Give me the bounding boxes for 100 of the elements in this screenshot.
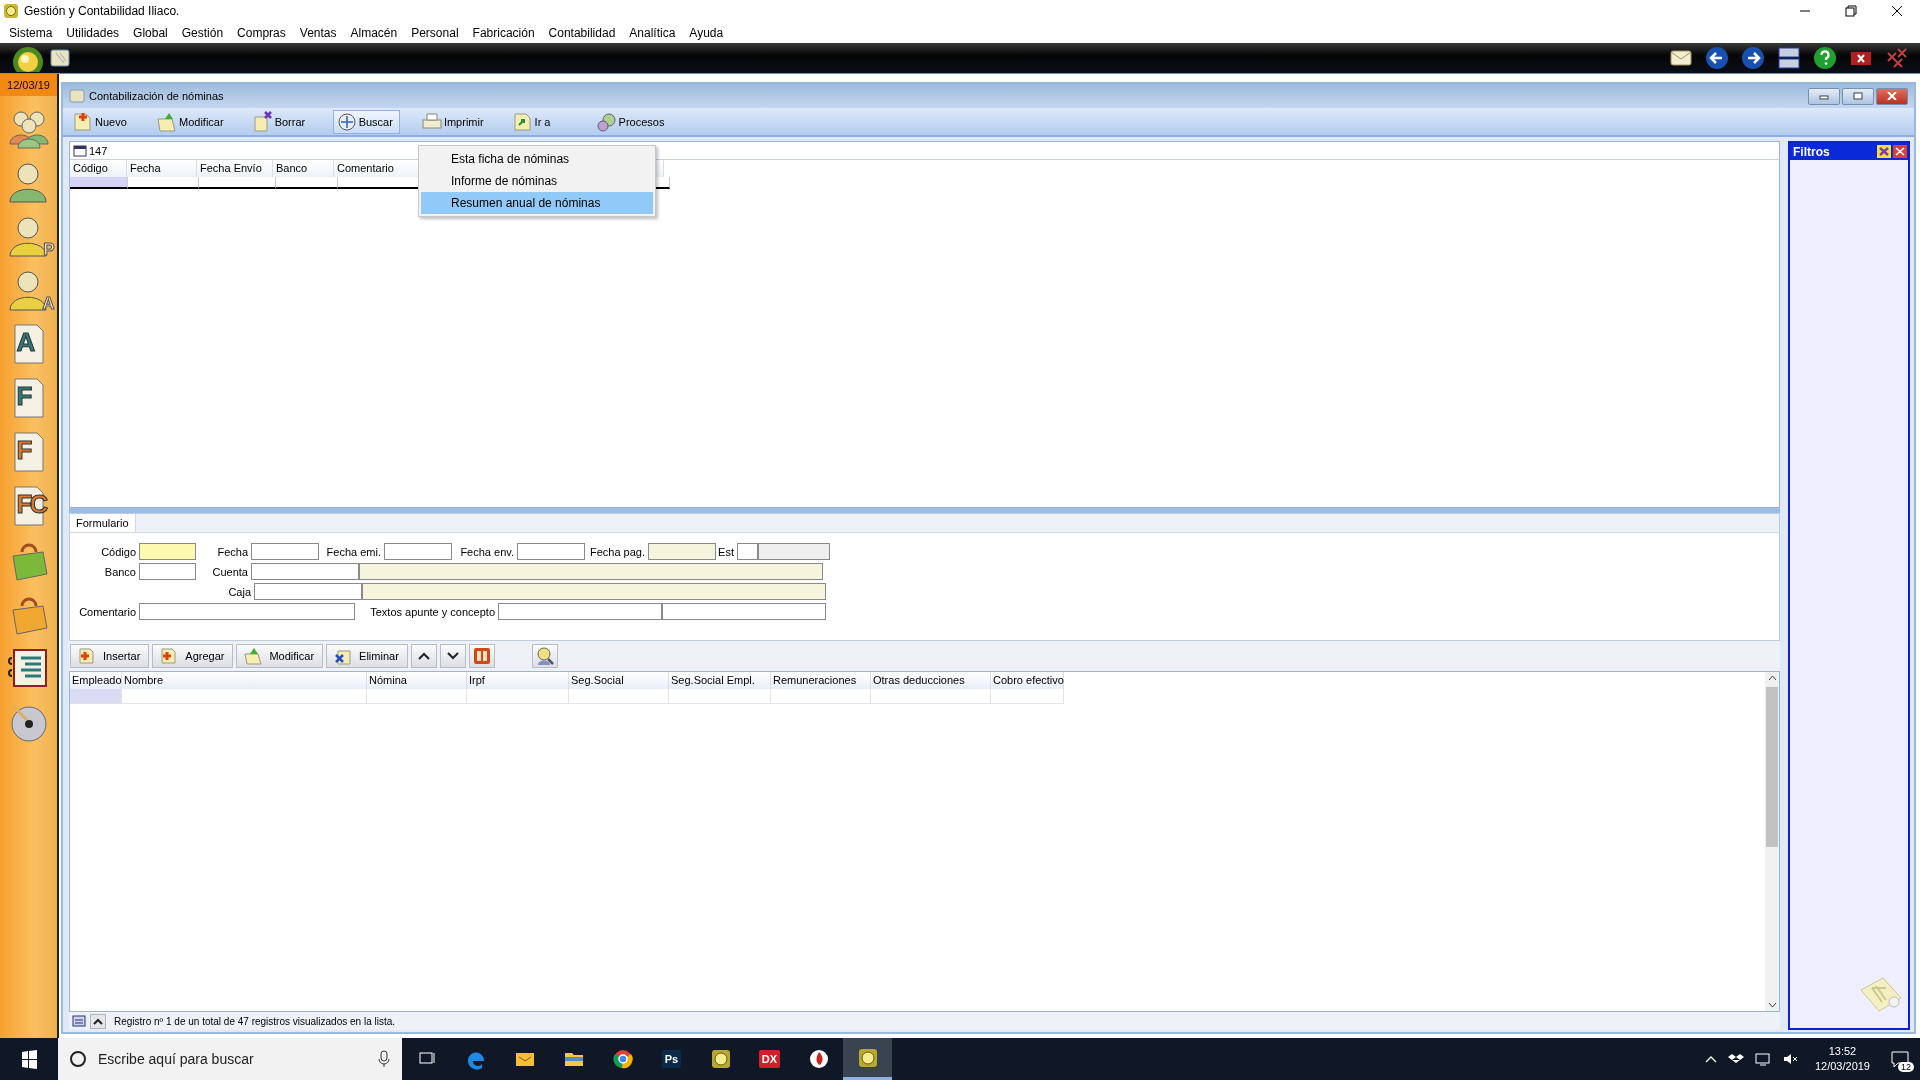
input-field[interactable] [648, 543, 716, 560]
table-cell[interactable] [991, 689, 1064, 704]
binary-icon [472, 647, 491, 665]
panel-title: Filtros [1793, 144, 1830, 159]
input-field[interactable] [517, 543, 585, 560]
new-document-icon [72, 110, 94, 133]
toolbar-button[interactable]: Modificar [153, 109, 231, 134]
menu-item[interactable]: Contabilidad [541, 25, 623, 40]
menu-item[interactable]: Compras [230, 25, 293, 40]
tab[interactable]: Formulario [70, 514, 136, 532]
menu-item[interactable]: Ventas [292, 25, 344, 40]
search-field[interactable]: Escribe aquí para buscar [58, 1038, 402, 1080]
table-cell[interactable] [70, 689, 122, 704]
move-up-button[interactable] [410, 644, 437, 668]
toolbar-button[interactable]: Nuevo [69, 109, 135, 134]
column-header[interactable]: Nombre [122, 672, 367, 689]
input-field[interactable] [139, 563, 196, 580]
close-button[interactable] [1876, 87, 1908, 105]
column-header[interactable]: Fecha [127, 160, 197, 177]
column-header[interactable]: Otras deducciones [871, 672, 991, 689]
table-cell[interactable] [199, 177, 276, 189]
notification-button[interactable]: 12 [1880, 1038, 1920, 1080]
tile-windows-icon[interactable] [1776, 45, 1802, 71]
minimize-button[interactable] [1808, 87, 1840, 105]
input-field[interactable] [362, 583, 826, 600]
user-wrench-icon [534, 646, 555, 666]
toolbar-button[interactable]: Eliminar [326, 644, 408, 668]
table-cell[interactable] [669, 689, 771, 704]
move-down-button[interactable] [439, 644, 466, 668]
column-header[interactable]: Nómina [367, 672, 467, 689]
input-field[interactable] [139, 603, 355, 620]
menu-item[interactable]: Resumen anual de nóminas [421, 192, 653, 214]
input-field[interactable] [737, 543, 758, 560]
toolbar-button[interactable]: Buscar [332, 109, 400, 134]
toolbar-button[interactable]: Imprimir [417, 109, 491, 134]
input-field[interactable] [758, 543, 830, 560]
menu-item[interactable]: Sistema [2, 25, 60, 40]
table-cell[interactable] [70, 177, 128, 189]
table-cell[interactable] [871, 689, 991, 704]
column-header[interactable]: Fecha Envío [197, 160, 273, 177]
input-field[interactable] [662, 603, 826, 620]
chevron-up-icon [417, 652, 430, 660]
toolbar-button[interactable]: Procesos [592, 109, 672, 134]
input-field[interactable] [498, 603, 662, 620]
input-field[interactable] [384, 543, 452, 560]
column-header[interactable]: Seg.Social Empl. [669, 672, 771, 689]
help-icon[interactable] [1812, 45, 1838, 71]
menu-item[interactable]: Ayuda [682, 25, 731, 40]
microphone-icon[interactable] [378, 1050, 390, 1068]
column-header[interactable]: Empleado [70, 672, 122, 689]
field-label: Banco [103, 565, 136, 578]
input-field[interactable] [254, 583, 362, 600]
column-header[interactable]: Seg.Social [569, 672, 669, 689]
field-label: Comentario [78, 605, 136, 618]
maximize-button[interactable] [1842, 87, 1874, 105]
table-cell[interactable] [276, 177, 338, 189]
toolbar-button[interactable]: Borrar [248, 109, 315, 134]
toolbar-button[interactable]: Insertar [70, 644, 150, 668]
toolbar-button[interactable]: Modificar [236, 644, 324, 668]
column-header[interactable]: Irpf [467, 672, 569, 689]
menu-item[interactable]: Esta ficha de nóminas [421, 148, 653, 170]
input-field[interactable] [359, 563, 823, 580]
field-label: Fecha env. [459, 545, 514, 558]
user-settings-button[interactable] [531, 644, 558, 668]
scroll-thumb[interactable] [1766, 687, 1778, 847]
pin-icon[interactable] [1877, 145, 1891, 158]
table-cell[interactable] [771, 689, 871, 704]
toolbar-button[interactable]: Ir a [508, 109, 575, 134]
menu-item[interactable]: Fabricación [465, 25, 542, 40]
taskbar-app[interactable]: Ps [647, 1038, 696, 1080]
book-icon[interactable] [48, 47, 72, 69]
table-cell[interactable] [569, 689, 669, 704]
menu-item[interactable]: Utilidades [59, 25, 127, 40]
binary-button[interactable] [468, 644, 495, 668]
column-header[interactable]: Código [70, 160, 127, 177]
taskbar-app[interactable] [843, 1038, 892, 1080]
table-cell[interactable] [367, 689, 467, 704]
column-header[interactable]: Banco [273, 160, 334, 177]
scrollbar[interactable] [1765, 672, 1779, 1011]
table-cell[interactable] [128, 177, 199, 189]
table-cell[interactable] [122, 689, 367, 704]
menu-item[interactable]: Analítica [622, 25, 683, 40]
menu-item[interactable]: Global [126, 25, 175, 40]
input-field[interactable] [251, 543, 319, 560]
input-field[interactable] [251, 563, 359, 580]
menu-item[interactable]: Almacén [343, 25, 405, 40]
column-header[interactable]: Comentario [334, 160, 419, 177]
table-cell[interactable] [467, 689, 569, 704]
column-header[interactable]: Remuneraciones [771, 672, 871, 689]
menu-item[interactable]: Informe de nóminas [421, 170, 653, 192]
menu-item[interactable]: Gestión [174, 25, 231, 40]
column-header[interactable]: Cobro efectivo [991, 672, 1064, 689]
edit-icon [243, 646, 264, 666]
delete-document-icon [251, 110, 274, 133]
collapse-button[interactable] [90, 1013, 106, 1029]
toolbar-button[interactable]: Agregar [152, 644, 234, 668]
input-field[interactable] [139, 543, 196, 560]
taskbar-app[interactable]: DX [745, 1038, 794, 1080]
menu-item[interactable]: Personal [404, 25, 466, 40]
add-icon [77, 646, 97, 666]
